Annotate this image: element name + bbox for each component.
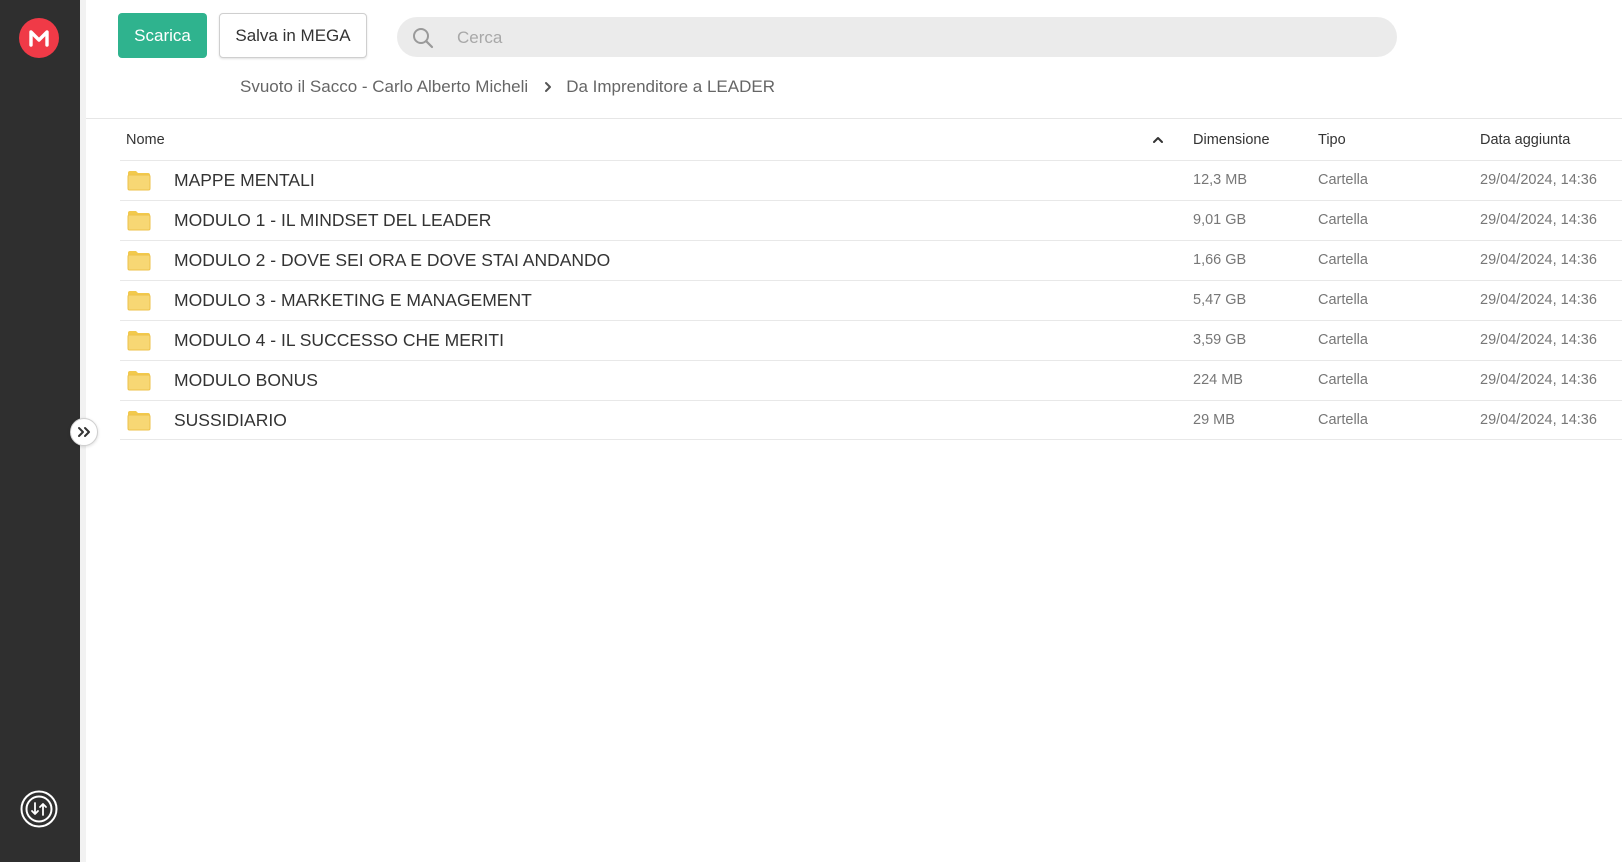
mega-logo-icon[interactable] [19, 18, 59, 58]
folder-icon [127, 290, 151, 311]
folder-icon [127, 370, 151, 391]
file-list: MAPPE MENTALI 12,3 MB Cartella 29/04/202… [120, 160, 1622, 440]
row-type: Cartella [1318, 212, 1368, 228]
column-header-size[interactable]: Dimensione [1193, 120, 1270, 160]
row-size: 9,01 GB [1193, 212, 1247, 228]
row-date: 29/04/2024, 14:36 [1480, 332, 1597, 348]
row-name: SUSSIDIARIO [174, 410, 287, 430]
table-row[interactable]: SUSSIDIARIO 29 MB Cartella 29/04/2024, 1… [120, 400, 1622, 440]
row-size: 224 MB [1193, 372, 1243, 388]
row-size: 29 MB [1193, 412, 1235, 428]
breadcrumb-item-current[interactable]: Da Imprenditore a LEADER [566, 77, 775, 97]
row-size: 3,59 GB [1193, 332, 1247, 348]
download-button[interactable]: Scarica [118, 13, 207, 58]
row-date: 29/04/2024, 14:36 [1480, 172, 1597, 188]
row-type: Cartella [1318, 372, 1368, 388]
search-bar[interactable] [397, 17, 1397, 59]
header-divider [86, 118, 1622, 119]
breadcrumb-item-parent[interactable]: Svuoto il Sacco - Carlo Alberto Micheli [240, 77, 528, 97]
table-row[interactable]: MODULO 2 - DOVE SEI ORA E DOVE STAI ANDA… [120, 240, 1622, 280]
row-name: MODULO BONUS [174, 370, 318, 390]
row-type: Cartella [1318, 172, 1368, 188]
row-date: 29/04/2024, 14:36 [1480, 212, 1597, 228]
table-row[interactable]: MAPPE MENTALI 12,3 MB Cartella 29/04/202… [120, 160, 1622, 200]
search-input[interactable] [455, 17, 1379, 59]
row-type: Cartella [1318, 332, 1368, 348]
table-row[interactable]: MODULO 4 - IL SUCCESSO CHE MERITI 3,59 G… [120, 320, 1622, 360]
row-type: Cartella [1318, 292, 1368, 308]
row-date: 29/04/2024, 14:36 [1480, 372, 1597, 388]
double-chevron-right-icon [78, 427, 90, 437]
row-date: 29/04/2024, 14:36 [1480, 412, 1597, 428]
chevron-up-icon[interactable] [1152, 134, 1164, 146]
folder-icon [127, 170, 151, 191]
row-type: Cartella [1318, 412, 1368, 428]
row-name: MODULO 4 - IL SUCCESSO CHE MERITI [174, 330, 504, 350]
column-header-name[interactable]: Nome [126, 120, 165, 160]
row-name: MODULO 1 - IL MINDSET DEL LEADER [174, 210, 492, 230]
expand-sidebar-button[interactable] [70, 418, 98, 446]
folder-icon [127, 210, 151, 231]
row-size: 12,3 MB [1193, 172, 1247, 188]
row-name: MODULO 2 - DOVE SEI ORA E DOVE STAI ANDA… [174, 250, 611, 270]
column-header-type[interactable]: Tipo [1318, 120, 1346, 160]
save-to-mega-button[interactable]: Salva in MEGA [219, 13, 367, 58]
breadcrumb: Svuoto il Sacco - Carlo Alberto Micheli … [240, 74, 775, 100]
folder-icon [127, 410, 151, 431]
row-type: Cartella [1318, 252, 1368, 268]
table-header: Nome Dimensione Tipo Data aggiunta [120, 120, 1622, 160]
row-name: MAPPE MENTALI [174, 170, 315, 190]
row-size: 5,47 GB [1193, 292, 1247, 308]
transfer-manager-icon[interactable] [20, 790, 58, 828]
table-row[interactable]: MODULO 1 - IL MINDSET DEL LEADER 9,01 GB… [120, 200, 1622, 240]
search-icon [413, 28, 434, 49]
table-row[interactable]: MODULO 3 - MARKETING E MANAGEMENT 5,47 G… [120, 280, 1622, 320]
row-name: MODULO 3 - MARKETING E MANAGEMENT [174, 290, 532, 310]
row-size: 1,66 GB [1193, 252, 1247, 268]
table-row[interactable]: MODULO BONUS 224 MB Cartella 29/04/2024,… [120, 360, 1622, 400]
chevron-right-icon [544, 81, 552, 93]
folder-icon [127, 330, 151, 351]
column-header-date[interactable]: Data aggiunta [1480, 120, 1570, 160]
row-date: 29/04/2024, 14:36 [1480, 292, 1597, 308]
folder-icon [127, 250, 151, 271]
left-sidebar [0, 0, 80, 862]
row-date: 29/04/2024, 14:36 [1480, 252, 1597, 268]
mega-m-glyph [29, 30, 49, 47]
